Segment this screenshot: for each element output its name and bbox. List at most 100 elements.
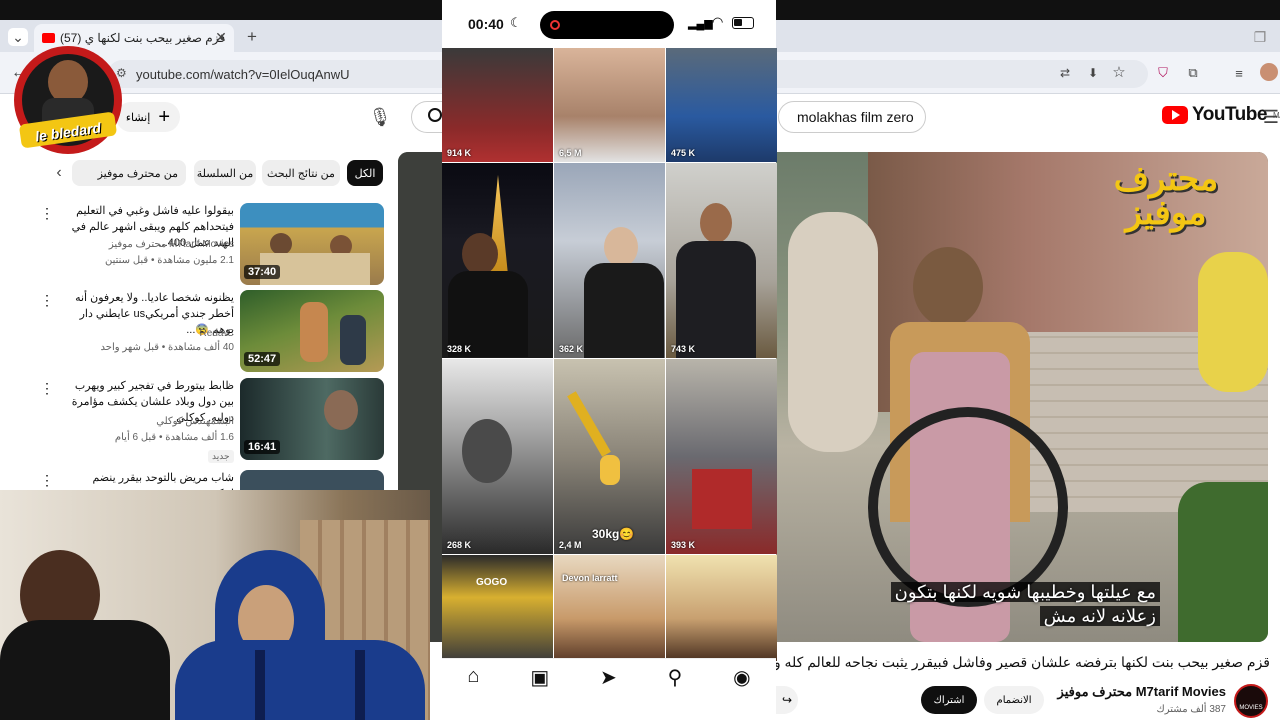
chip-series-label: من السلسلة	[196, 167, 254, 180]
list-item[interactable]: ⋮ شاب مريض بالتوحد بيقرر ينضم لمكتب	[36, 470, 386, 490]
reel-tile[interactable]: 393 K	[666, 359, 777, 554]
join-button[interactable]: الانضمام	[984, 686, 1044, 714]
subscribe-label: اشتراك	[933, 694, 965, 706]
home-icon[interactable]: ⌂	[467, 665, 479, 688]
video-subtitles: مع عيلتها وخطيبها شويه لكنها بتكون زعلان…	[890, 580, 1160, 628]
wifi-icon: ◠	[712, 14, 724, 29]
rec-title[interactable]: شاب مريض بالتوحد بيقرر ينضم لمكتب	[60, 470, 234, 490]
list-item[interactable]: ⋮ يظنونه شخصا عاديا.. ولا يعرفون أنه أخط…	[36, 290, 386, 372]
extensions-puzzle-icon[interactable]: ⧉	[1184, 64, 1202, 82]
send-icon[interactable]: ➤	[600, 665, 617, 690]
reel-views: 6,5 M	[559, 148, 582, 158]
more-options-icon[interactable]: ⋮	[40, 205, 54, 222]
rec-duration: 52:47	[244, 352, 281, 366]
recording-icon	[550, 20, 560, 30]
reel-views: 743 K	[671, 344, 696, 354]
youtube-logo-text: YouTube	[1192, 104, 1267, 125]
reel-tile[interactable]: GOGO	[442, 555, 553, 661]
chip-from-channel[interactable]: من محترف موفيز	[72, 160, 186, 186]
close-tab-icon[interactable]: ✕	[212, 28, 230, 46]
channel-name[interactable]: M7tarif Movies محترف موفيز	[1040, 684, 1226, 700]
reels-grid: 914 K 6,5 M 475 K 328 K 362 K 743 K 268 …	[442, 48, 777, 661]
menu-icon[interactable]: ☰	[1262, 106, 1280, 128]
list-item[interactable]: ⋮ بيقولوا عليه فاشل وغبي في التعليم فيتح…	[36, 203, 386, 285]
chip-channel-label: من محترف موفيز	[97, 167, 178, 180]
chip-all-label: الكل	[354, 167, 376, 180]
channel-avatar[interactable]: MOVIES	[1234, 684, 1268, 718]
reels-icon[interactable]: ▣	[530, 665, 549, 690]
rec-meta: 1.6 ألف مشاهدة • قبل 6 أيام	[114, 432, 234, 443]
reel-tile[interactable]: 328 K	[442, 163, 553, 358]
reel-views: 362 K	[559, 344, 584, 354]
reel-tile[interactable]: 268 K	[442, 359, 553, 554]
phone-tab-bar: ⌂ ▣ ➤ ⚲ ◉	[442, 658, 776, 720]
streamer-logo: le bledard	[12, 40, 124, 158]
webcam-feed	[0, 490, 430, 720]
chips-prev-chevron-icon[interactable]: ‹	[50, 164, 68, 182]
reel-tile[interactable]	[666, 555, 777, 661]
youtube-play-icon	[1162, 106, 1188, 124]
subscribe-button[interactable]: اشتراك	[921, 686, 977, 714]
phone-time: 00:40	[468, 16, 504, 32]
moon-icon: ☾	[510, 15, 522, 30]
rec-channel[interactable]: M7tarif Movies محترف موفيز	[60, 239, 234, 250]
rec-duration: 16:41	[244, 440, 281, 454]
create-button[interactable]: إنشاء +	[116, 102, 180, 132]
join-label: الانضمام	[996, 694, 1032, 706]
reel-tile[interactable]: 362 K	[554, 163, 665, 358]
rec-channel[interactable]: Reda-C	[60, 328, 234, 339]
reel-views: 328 K	[447, 344, 472, 354]
reel-views: 475 K	[671, 148, 696, 158]
microphone-icon[interactable]: 🎙	[368, 104, 392, 130]
reel-tile[interactable]: 914 K	[442, 48, 553, 162]
rec-thumbnail[interactable]: 37:40	[240, 203, 384, 285]
reel-views: 2,4 M	[559, 540, 582, 550]
list-item[interactable]: ⋮ ظابط بيتورط في تفجير كبير ويهرب بين دو…	[36, 378, 386, 463]
search-icon[interactable]: ⚲	[668, 665, 683, 690]
rec-thumbnail[interactable]: 52:47	[240, 290, 384, 372]
reel-tile[interactable]: 6,5 M	[554, 48, 665, 162]
reel-tile[interactable]: 743 K	[666, 163, 777, 358]
url-text: youtube.com/watch?v=0IelOuqAnwU	[136, 66, 350, 82]
video-title: قزم صغير بيحب بنت لكنها بترفضه علشان قصي…	[776, 654, 1270, 670]
create-label: إنشاء	[125, 111, 151, 124]
rec-thumbnail[interactable]: 16:41	[240, 378, 384, 460]
reel-views: 914 K	[447, 148, 472, 158]
battery-icon	[732, 17, 754, 29]
reel-tile[interactable]: 30kg😊 2,4 M	[554, 359, 665, 554]
rec-channel[interactable]: البشمهندس كوكلي	[60, 416, 234, 427]
more-options-icon[interactable]: ⋮	[40, 380, 54, 397]
reel-views: 268 K	[447, 540, 472, 550]
rec-duration: 37:40	[244, 265, 281, 279]
reel-overlay-text: GOGO	[476, 577, 508, 588]
chip-from-search[interactable]: من نتائج البحث	[262, 160, 340, 186]
search-input[interactable]: molakhas film zero	[778, 101, 926, 133]
profile-avatar[interactable]	[1260, 63, 1278, 81]
more-options-icon[interactable]: ⋮	[40, 472, 54, 489]
plus-icon: +	[158, 105, 170, 128]
rec-meta: 40 ألف مشاهدة • قبل شهر واحد	[100, 342, 234, 353]
extension-shield-icon[interactable]: ⛉	[1154, 64, 1172, 82]
chip-all[interactable]: الكل	[347, 160, 383, 186]
reel-views: 393 K	[671, 540, 696, 550]
dynamic-island	[540, 11, 674, 39]
profile-icon[interactable]: ◉	[733, 665, 750, 690]
more-options-icon[interactable]: ⋮	[40, 292, 54, 309]
subscriber-count: 387 ألف مشترك	[1156, 704, 1226, 715]
reel-overlay-text: 30kg😊	[592, 527, 635, 541]
reel-tile[interactable]: 475 K	[666, 48, 777, 162]
search-query: molakhas film zero	[797, 109, 914, 125]
media-control-icon[interactable]: ≡	[1230, 64, 1248, 82]
window-restore-icon[interactable]: ❐	[1250, 28, 1270, 46]
reel-tile[interactable]: Devon larratt	[554, 555, 665, 661]
rec-thumbnail[interactable]	[240, 470, 384, 490]
rec-meta: 2.1 مليون مشاهدة • قبل سنتين	[105, 255, 234, 266]
channel-avatar-text: MOVIES	[1239, 705, 1263, 711]
signal-icon: ▂▄▆	[688, 18, 713, 30]
chip-from-series[interactable]: من السلسلة	[194, 160, 256, 186]
install-app-icon[interactable]: ⬇	[1084, 64, 1102, 82]
translate-icon[interactable]: ⇄	[1056, 64, 1074, 82]
bookmark-star-icon[interactable]: ☆	[1110, 63, 1128, 81]
new-tab-icon[interactable]: +	[242, 27, 262, 47]
search-icon	[428, 108, 442, 122]
